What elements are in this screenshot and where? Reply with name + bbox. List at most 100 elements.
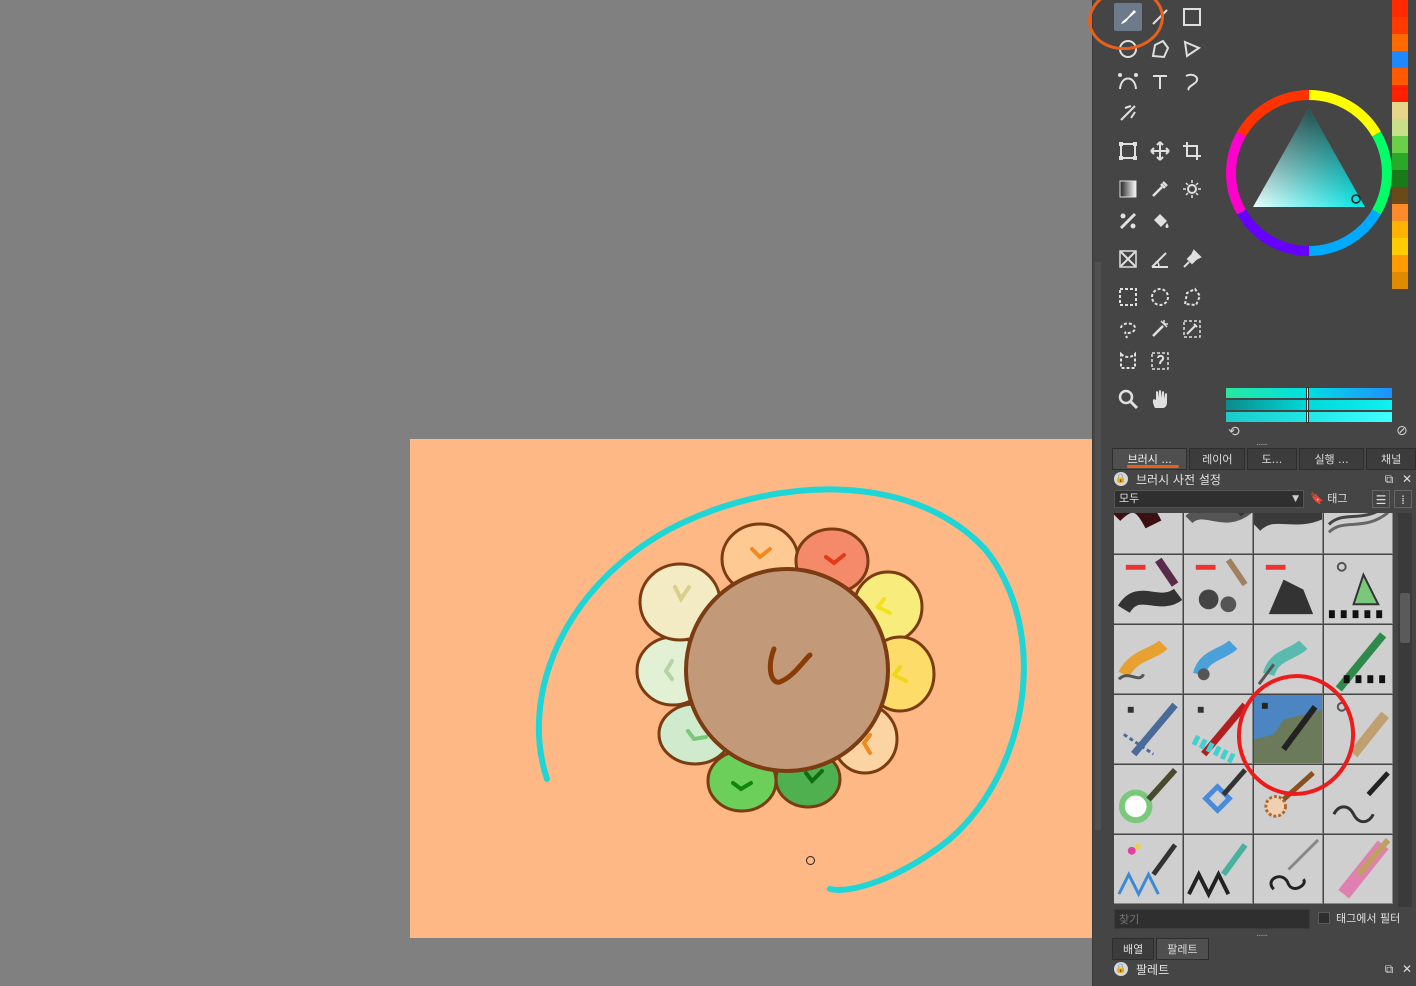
close-icon[interactable]: ✕ xyxy=(1398,472,1416,486)
brush-preset[interactable] xyxy=(1114,555,1183,624)
brush-preset[interactable] xyxy=(1184,765,1253,834)
palette-swatch[interactable] xyxy=(1392,255,1408,272)
brush-preset[interactable] xyxy=(1184,555,1253,624)
color-sliders[interactable] xyxy=(1226,387,1392,424)
brush-preset[interactable] xyxy=(1254,555,1323,624)
move-tool[interactable] xyxy=(1146,137,1174,165)
smart-patch-tool[interactable] xyxy=(1178,175,1206,203)
freehand-path-tool[interactable] xyxy=(1178,67,1206,95)
palette-swatch[interactable] xyxy=(1392,34,1408,51)
filter-in-tag-checkbox[interactable] xyxy=(1318,912,1330,924)
palette-swatch[interactable] xyxy=(1392,102,1408,119)
palette-swatch[interactable] xyxy=(1392,221,1408,238)
brush-preset[interactable] xyxy=(1324,625,1393,694)
value-slider[interactable] xyxy=(1226,411,1392,423)
rectangle-tool[interactable] xyxy=(1178,3,1206,31)
palette-swatch[interactable] xyxy=(1392,51,1408,68)
float-docker-icon[interactable]: ⧉ xyxy=(1380,472,1398,487)
preset-search-input[interactable] xyxy=(1114,909,1310,929)
palette-swatch[interactable] xyxy=(1392,238,1408,255)
brush-preset[interactable] xyxy=(1114,765,1183,834)
zoom-tool[interactable] xyxy=(1114,385,1142,413)
brush-presets-header: 🔒 브러시 사전 설정 ⧉ ✕ xyxy=(1112,470,1416,488)
list-view-icon[interactable]: ☰ xyxy=(1372,490,1390,508)
filter-in-tag-label: 태그에서 필터 xyxy=(1336,912,1401,925)
lock-icon[interactable]: 🔒 xyxy=(1114,962,1128,976)
brush-preset[interactable] xyxy=(1114,513,1183,554)
brush-preset[interactable] xyxy=(1184,835,1253,904)
reference-images-tool[interactable] xyxy=(1178,245,1206,273)
assistant-tool[interactable] xyxy=(1114,245,1142,273)
close-icon[interactable]: ✕ xyxy=(1398,962,1416,976)
lock-icon[interactable]: 🔒 xyxy=(1114,472,1128,486)
reset-colors-icon[interactable]: ⟲ xyxy=(1228,425,1240,439)
bottom-docker-tab[interactable]: 배열 xyxy=(1112,938,1155,960)
crop-tool[interactable] xyxy=(1178,137,1206,165)
palette-swatch[interactable] xyxy=(1392,136,1408,153)
tag-button[interactable]: 🔖 태그 xyxy=(1310,490,1366,508)
docker-tab[interactable]: 도... xyxy=(1247,448,1297,470)
ellipse-select-tool[interactable] xyxy=(1146,283,1174,311)
palette-swatch[interactable] xyxy=(1392,187,1408,204)
panel-grip[interactable]: ...... xyxy=(1256,438,1268,448)
palette-swatch[interactable] xyxy=(1392,85,1408,102)
polyline-tool[interactable] xyxy=(1178,35,1206,63)
gradient-tool[interactable] xyxy=(1114,175,1142,203)
brush-preset[interactable] xyxy=(1324,835,1393,904)
preset-scrollbar[interactable] xyxy=(1398,513,1412,907)
scrollbar-thumb[interactable] xyxy=(1400,593,1410,643)
brush-preset[interactable] xyxy=(1184,513,1253,554)
advanced-color-selector[interactable] xyxy=(1226,90,1392,256)
dock-splitter[interactable] xyxy=(1095,262,1101,830)
brush-preset[interactable] xyxy=(1114,835,1183,904)
color-wheel[interactable] xyxy=(1226,90,1392,256)
brush-preset[interactable] xyxy=(1324,513,1393,554)
measure-tool[interactable] xyxy=(1146,245,1174,273)
artboard[interactable] xyxy=(410,439,1092,938)
docker-tab[interactable]: 채널 xyxy=(1366,448,1416,470)
multibrush-tool[interactable] xyxy=(1114,99,1142,127)
saturation-slider[interactable] xyxy=(1226,399,1392,411)
contiguous-select-tool[interactable] xyxy=(1146,315,1174,343)
dynamic-brush-icon xyxy=(1153,75,1167,89)
brush-preset[interactable] xyxy=(1254,513,1323,554)
hand-icon xyxy=(1152,390,1167,408)
brush-preset[interactable] xyxy=(1114,695,1183,764)
palette-swatch[interactable] xyxy=(1392,0,1408,17)
palette-swatch[interactable] xyxy=(1392,153,1408,170)
canvas-area[interactable] xyxy=(0,0,1092,986)
float-docker-icon[interactable]: ⧉ xyxy=(1380,962,1398,977)
palette-swatch[interactable] xyxy=(1392,68,1408,85)
palette-swatch[interactable] xyxy=(1392,272,1408,289)
color-picker-tool[interactable] xyxy=(1146,175,1174,203)
pan-tool[interactable] xyxy=(1146,385,1174,413)
freehand-select-tool[interactable] xyxy=(1114,315,1142,343)
bottom-docker-tab[interactable]: 팔레트 xyxy=(1156,938,1209,960)
palette-swatch-strip[interactable] xyxy=(1392,0,1408,289)
brush-preset[interactable] xyxy=(1324,555,1393,624)
rect-select-tool[interactable] xyxy=(1114,283,1142,311)
hue-slider[interactable] xyxy=(1226,387,1392,399)
docker-tab[interactable]: 레이어 xyxy=(1189,448,1246,470)
fill-tool[interactable] xyxy=(1146,207,1174,235)
polygon-select-tool[interactable] xyxy=(1178,283,1206,311)
panel-grip[interactable]: ...... xyxy=(1256,929,1268,939)
bezier-curve-tool[interactable] xyxy=(1114,67,1142,95)
tag-filter-combo[interactable]: 모두 ▼ xyxy=(1114,490,1304,508)
bezier-select-tool[interactable] xyxy=(1114,347,1142,375)
brush-preset[interactable] xyxy=(1114,625,1183,694)
brush-preset[interactable] xyxy=(1184,625,1253,694)
magnetic-select-tool[interactable] xyxy=(1146,347,1174,375)
colorize-mask-tool[interactable] xyxy=(1114,207,1142,235)
palette-swatch[interactable] xyxy=(1392,17,1408,34)
dynamic-brush-tool[interactable] xyxy=(1146,67,1174,95)
brush-preset[interactable] xyxy=(1254,835,1323,904)
palette-swatch[interactable] xyxy=(1392,204,1408,221)
docker-tab[interactable]: 실행 ... xyxy=(1298,448,1365,470)
palette-swatch[interactable] xyxy=(1392,119,1408,136)
palette-swatch[interactable] xyxy=(1392,170,1408,187)
similar-select-tool[interactable] xyxy=(1178,315,1206,343)
grid-view-icon[interactable]: ⁞ xyxy=(1394,490,1412,508)
clear-icon[interactable]: ⊘ xyxy=(1396,424,1408,438)
transform-tool[interactable] xyxy=(1114,137,1142,165)
